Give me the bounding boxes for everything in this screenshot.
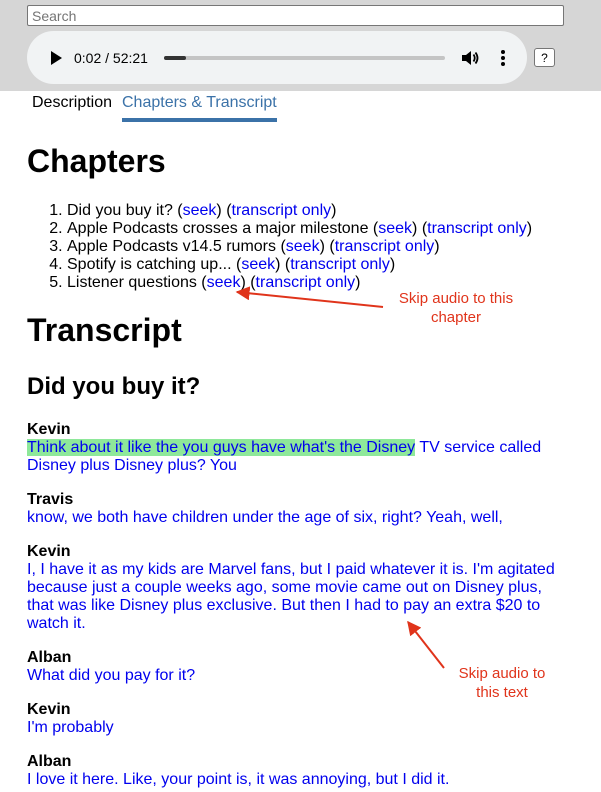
speaker-name: Kevin <box>27 701 71 718</box>
transcript-only-link[interactable]: transcript only <box>256 274 356 291</box>
duration: 52:21 <box>112 50 148 66</box>
audio-player: 0:02 / 52:21 <box>27 31 527 84</box>
seek-link[interactable]: seek <box>286 238 320 255</box>
transcript-entry: Alban What did you pay for it? <box>27 649 557 685</box>
speaker-name: Alban <box>27 753 72 770</box>
transcript-only-link[interactable]: transcript only <box>290 256 390 273</box>
transcript-heading: Transcript <box>27 312 182 348</box>
seek-link[interactable]: seek <box>378 220 412 237</box>
speaker-name: Alban <box>27 649 72 666</box>
transcript-entry: Alban I love it here. Like, your point i… <box>27 753 557 789</box>
speech-text[interactable]: I'm probably <box>27 719 557 737</box>
chapter-title: Did you buy it? <box>67 202 173 219</box>
annotation-line: this text <box>476 684 528 701</box>
transcript-only-link[interactable]: transcript only <box>335 238 435 255</box>
speech-text[interactable]: I, I have it as my kids are Marvel fans,… <box>27 561 557 633</box>
play-icon[interactable] <box>47 49 65 67</box>
seek-link[interactable]: seek <box>183 202 217 219</box>
time-display: 0:02 / 52:21 <box>74 50 148 66</box>
chapter-title: Listener questions <box>67 274 197 291</box>
highlighted-text[interactable]: Think about it like the you guys have wh… <box>27 439 416 456</box>
chapter-item: Apple Podcasts v14.5 rumors (seek) (tran… <box>67 238 532 256</box>
seek-link[interactable]: seek <box>207 274 241 291</box>
transcript-entry: Kevin Think about it like the you guys h… <box>27 421 557 475</box>
seek-link[interactable]: seek <box>241 256 275 273</box>
speech-text[interactable]: I love it here. Like, your point is, it … <box>27 771 557 789</box>
chapter-item: Spotify is catching up... (seek) (transc… <box>67 256 532 274</box>
annotation-line: Skip audio to this <box>398 290 514 307</box>
seek-slider-fill <box>164 56 186 60</box>
speech-text[interactable]: Think about it like the you guys have wh… <box>27 439 557 475</box>
speech-text[interactable]: What did you pay for it? <box>27 667 557 685</box>
chapters-heading: Chapters <box>27 143 166 179</box>
speaker-name: Kevin <box>27 421 71 438</box>
chapter-title: Apple Podcasts v14.5 rumors <box>67 238 276 255</box>
transcript-only-link[interactable]: transcript only <box>427 220 527 237</box>
transcript-entry: Travis know, we both have children under… <box>27 491 557 527</box>
top-bar: 0:02 / 52:21 ? <box>0 0 601 91</box>
search-input[interactable] <box>27 5 564 26</box>
speech-text[interactable]: know, we both have children under the ag… <box>27 509 557 527</box>
help-button[interactable]: ? <box>534 48 555 67</box>
chapter-arrow <box>235 286 384 308</box>
tab-chapters-transcript[interactable]: Chapters & Transcript <box>122 94 277 112</box>
tab-description[interactable]: Description <box>32 94 112 112</box>
section-heading: Did you buy it? <box>27 373 201 400</box>
chapter-list: Did you buy it? (seek) (transcript only)… <box>0 202 532 292</box>
chapter-annotation: Skip audio to this chapter <box>368 289 544 327</box>
seek-slider[interactable] <box>164 56 445 60</box>
volume-icon[interactable] <box>460 48 480 68</box>
current-time: 0:02 <box>74 50 102 66</box>
transcript-entry: Kevin I'm probably <box>27 701 557 737</box>
chapter-item: Did you buy it? (seek) (transcript only) <box>67 202 532 220</box>
transcript-only-link[interactable]: transcript only <box>232 202 332 219</box>
transcript-entry: Kevin I, I have it as my kids are Marvel… <box>27 543 557 633</box>
annotation-line: chapter <box>430 309 482 326</box>
speaker-name: Kevin <box>27 543 71 560</box>
time-separator: / <box>101 50 113 66</box>
chapter-title: Spotify is catching up... <box>67 256 232 273</box>
chapter-item: Apple Podcasts crosses a major milestone… <box>67 220 532 238</box>
chapter-title: Apple Podcasts crosses a major milestone <box>67 220 369 237</box>
active-tab-indicator <box>122 118 277 122</box>
more-options-icon[interactable] <box>493 48 513 68</box>
speaker-name: Travis <box>27 491 74 508</box>
